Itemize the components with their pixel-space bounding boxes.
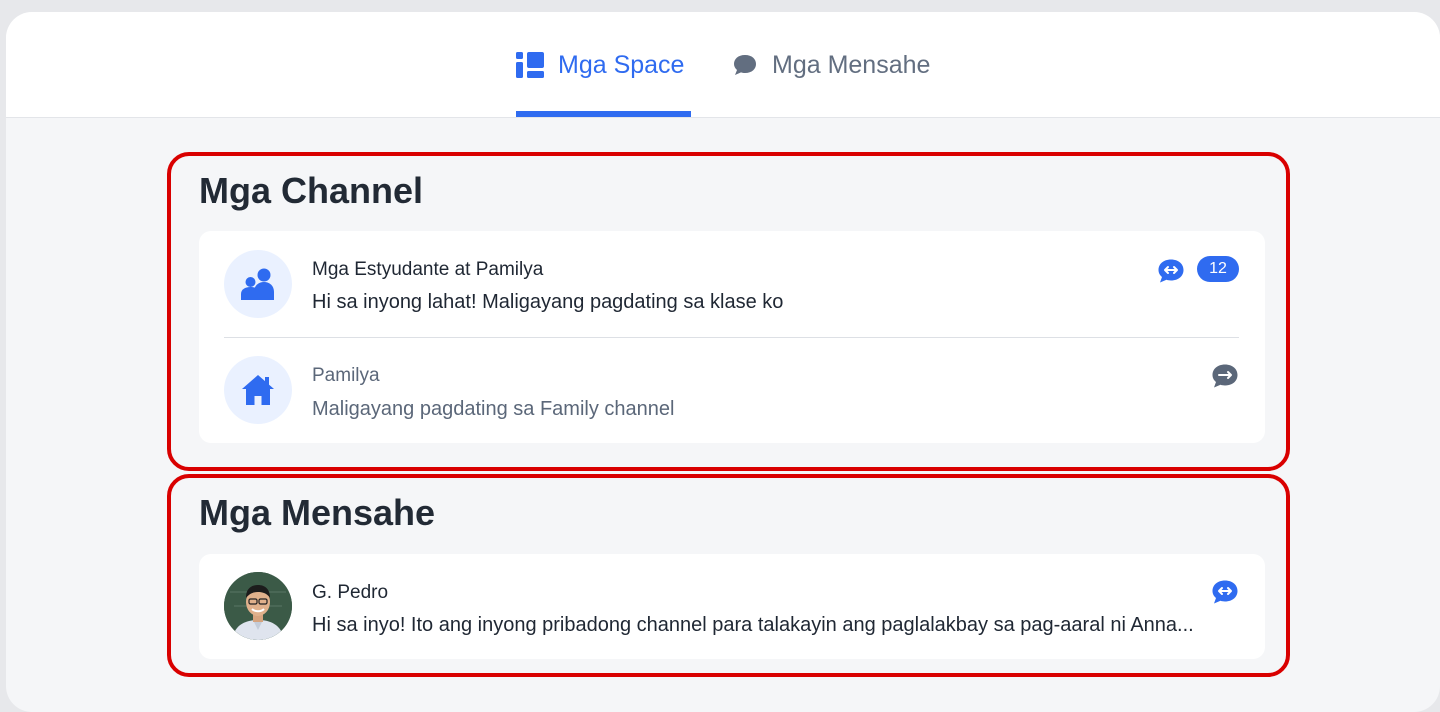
spaces-icon: [516, 52, 544, 78]
channel-name: Pamilya: [312, 365, 380, 386]
channel-avatar: [224, 250, 292, 318]
messages-section: Mga Mensahe G. Pedro Hi sa inyo! Ito ang…: [167, 474, 1290, 677]
messages-card: G. Pedro Hi sa inyo! Ito ang inyong prib…: [199, 554, 1265, 659]
group-icon: [241, 268, 274, 300]
channel-row-students-families[interactable]: Mga Estyudante at Pamilya Hi sa inyong l…: [199, 231, 1265, 337]
active-tab-indicator: [516, 111, 691, 117]
channel-name: Mga Estyudante at Pamilya: [312, 259, 544, 280]
tab-messages-label: Mga Mensahe: [772, 50, 931, 79]
message-row-g-pedro[interactable]: G. Pedro Hi sa inyo! Ito ang inyong prib…: [199, 554, 1265, 659]
channel-last-message: Hi sa inyong lahat! Maligayang pagdating…: [312, 291, 784, 313]
channel-last-message: Maligayang pagdating sa Family channel: [312, 398, 675, 420]
tab-spaces[interactable]: Mga Space: [516, 50, 684, 80]
person-photo: [224, 572, 292, 640]
chat-bubble-icon: [734, 55, 756, 75]
channel-avatar: [224, 356, 292, 424]
tab-bar: Mga Space Mga Mensahe: [6, 12, 1440, 118]
chat-arrow-icon[interactable]: [1211, 363, 1239, 389]
channels-section: Mga Channel Mga Estyudante at Pamilya Hi…: [167, 152, 1290, 471]
channels-title: Mga Channel: [199, 170, 424, 211]
messages-title: Mga Mensahe: [199, 492, 436, 533]
sender-name: G. Pedro: [312, 582, 389, 603]
app-window: Mga Space Mga Mensahe Mga Channel Mga Es…: [6, 12, 1440, 712]
unread-count-badge: 12: [1197, 256, 1239, 282]
chat-arrows-icon[interactable]: [1157, 258, 1185, 284]
channels-card: Mga Estyudante at Pamilya Hi sa inyong l…: [199, 231, 1265, 443]
house-icon: [242, 375, 274, 405]
tab-spaces-label: Mga Space: [558, 50, 685, 79]
tab-messages[interactable]: Mga Mensahe: [732, 50, 930, 80]
person-avatar: [224, 572, 292, 640]
chat-arrows-icon[interactable]: [1211, 579, 1239, 605]
channel-row-family[interactable]: Pamilya Maligayang pagdating sa Family c…: [199, 338, 1265, 443]
message-preview: Hi sa inyo! Ito ang inyong pribadong cha…: [312, 614, 1194, 636]
